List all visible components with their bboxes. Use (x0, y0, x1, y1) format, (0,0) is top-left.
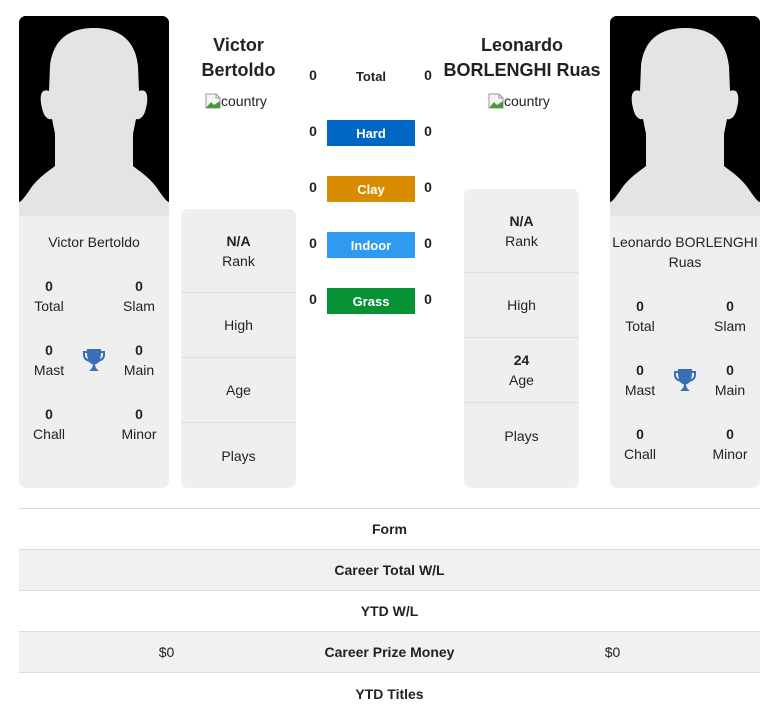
table-row: Form (19, 509, 760, 550)
surface-total-p2: 0 (424, 67, 432, 83)
surface-grass-p2: 0 (424, 291, 432, 307)
player2-card-name[interactable]: Leonardo BORLENGHI Ruas (610, 232, 760, 272)
row-label: YTD W/L (360, 603, 419, 619)
player-silhouette-icon (610, 16, 760, 216)
player2-titles-minor: 0 Minor (712, 426, 748, 462)
surface-grass-p1: 0 (309, 291, 317, 307)
player1-photo (19, 16, 169, 216)
broken-image-icon (205, 93, 221, 109)
surface-hard-p2: 0 (424, 123, 432, 139)
player1-card-name[interactable]: Victor Bertoldo (19, 232, 169, 252)
surface-indoor-p1: 0 (309, 235, 317, 251)
player2-titles-main: 0 Main (714, 362, 746, 398)
surface-clay-p1: 0 (309, 179, 317, 195)
player1-high: High (181, 293, 296, 358)
surface-total-p1: 0 (309, 67, 317, 83)
player1-titles-mast: 0 Mast (33, 342, 65, 378)
player1-country-flag: country (205, 93, 267, 109)
comparison-table: Form Career Total W/L YTD W/L $0 Career … (19, 508, 760, 714)
table-row: YTD W/L (19, 591, 760, 632)
trophy-icon (670, 360, 700, 400)
player1-titles-minor: 0 Minor (121, 406, 157, 442)
table-row: Career Total W/L (19, 550, 760, 591)
surface-grass-badge[interactable]: Grass (327, 288, 415, 314)
player2-rank: N/A Rank (464, 189, 579, 273)
player2-card: Leonardo BORLENGHI Ruas 0 Total 0 Slam 0 Ma… (610, 16, 760, 488)
player2-name-heading[interactable]: Leonardo BORLENGHI Ruas (440, 33, 604, 83)
player2-plays: Plays (504, 427, 539, 444)
table-row: YTD Titles (19, 673, 760, 714)
player2-photo (610, 16, 760, 216)
player1-age: Age (181, 358, 296, 423)
player1-titles-total: 0 Total (34, 278, 64, 314)
player1-titles-grid: 0 Total 0 Slam 0 Mast 0 Main 0 Chall 0 Minor (19, 276, 169, 444)
player2-age: 24 Age (464, 338, 579, 403)
surface-clay-p2: 0 (424, 179, 432, 195)
surface-hard-p1: 0 (309, 123, 317, 139)
player1-rank: N/A Rank (181, 209, 296, 293)
player1-plays: Plays (221, 447, 256, 464)
surface-indoor-badge[interactable]: Indoor (327, 232, 415, 258)
row-p1-value: $0 (158, 644, 175, 660)
player2-titles-grid: 0 Total 0 Slam 0 Mast 0 Main 0 Chall 0 Minor (610, 296, 760, 464)
surface-clay-badge[interactable]: Clay (327, 176, 415, 202)
row-label: Career Total W/L (334, 562, 445, 578)
surface-total-label: Total (355, 69, 387, 84)
player2-info-card: N/A Rank High 24 Age Plays (464, 189, 579, 488)
player1-name-heading[interactable]: Victor Bertoldo (181, 33, 296, 83)
player2-titles-mast: 0 Mast (624, 362, 656, 398)
row-label: Career Prize Money (324, 644, 455, 660)
player2-country-flag: country (488, 93, 550, 109)
row-p2-value: $0 (604, 644, 621, 660)
broken-image-icon (488, 93, 504, 109)
trophy-icon (79, 340, 109, 380)
player1-info-card: N/A Rank High Age Plays (181, 209, 296, 488)
player2-titles-chall: 0 Chall (624, 426, 656, 462)
player1-titles-chall: 0 Chall (33, 406, 65, 442)
player-silhouette-icon (19, 16, 169, 216)
row-label: Form (372, 521, 407, 537)
row-label: YTD Titles (355, 685, 424, 702)
surface-indoor-p2: 0 (424, 235, 432, 251)
player2-titles-slam: 0 Slam (714, 298, 746, 334)
player2-titles-total: 0 Total (625, 298, 655, 334)
player1-card: Victor Bertoldo 0 Total 0 Slam 0 Mast 0 Main… (19, 16, 169, 488)
player1-titles-main: 0 Main (123, 342, 155, 378)
surface-hard-badge[interactable]: Hard (327, 120, 415, 146)
table-row: $0 Career Prize Money $0 (19, 632, 760, 673)
player2-high: High (464, 273, 579, 338)
player1-titles-slam: 0 Slam (123, 278, 155, 314)
